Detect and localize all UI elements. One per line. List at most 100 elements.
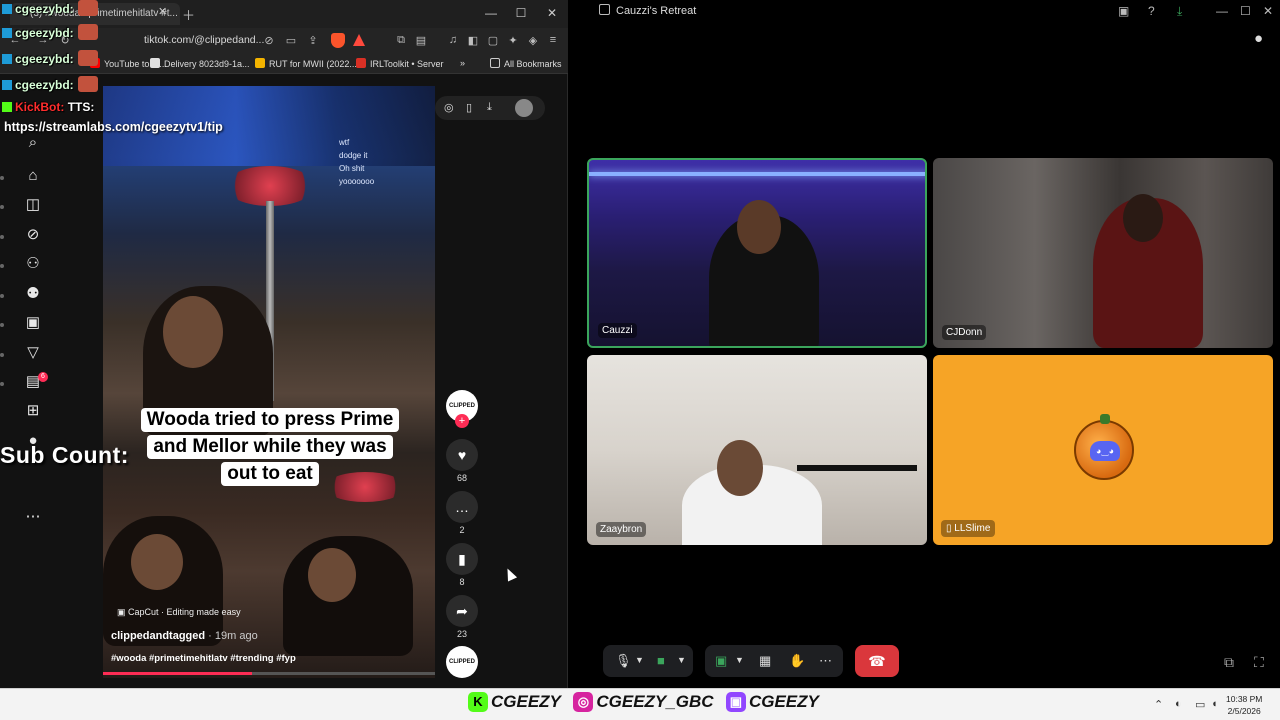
maximize-icon[interactable]: ☐: [1240, 4, 1251, 18]
side-marker: [0, 264, 4, 268]
video-author[interactable]: clippedandtagged · 19m ago: [111, 630, 258, 642]
share-button[interactable]: ➦ 23: [446, 595, 478, 639]
search-icon[interactable]: ⌕: [24, 134, 42, 152]
network-icon[interactable]: ▭: [1195, 698, 1205, 711]
tab-close-icon[interactable]: ✕: [158, 5, 167, 18]
help-icon[interactable]: ?: [1148, 4, 1155, 18]
bookmark-rut[interactable]: RUT for MWII (2022...: [255, 58, 357, 69]
browser-window: (3) #wooda #primetimehitlatv #t... ✕ ＋ —…: [0, 0, 568, 688]
close-window-icon[interactable]: ✕: [545, 6, 559, 20]
side-marker: [0, 176, 4, 180]
heart-icon: ♥: [446, 439, 478, 471]
vpn-icon[interactable]: ◈: [526, 34, 540, 47]
following-icon[interactable]: ⚇: [24, 255, 42, 273]
wallet-icon[interactable]: ▢: [486, 34, 500, 47]
minimize-icon[interactable]: —: [484, 6, 498, 20]
more-bookmarks-icon[interactable]: »: [460, 58, 465, 68]
like-button[interactable]: ♥ 68: [446, 439, 478, 483]
sub-badge-icon: [2, 28, 12, 38]
capcut-link[interactable]: ▣ CapCut · Editing made easy: [117, 607, 241, 618]
side-marker: [0, 353, 4, 357]
volume-icon[interactable]: ◖: [1211, 698, 1218, 710]
video-tile-cauzzi[interactable]: Cauzzi: [587, 158, 927, 348]
chat-message: cgeezybd:: [2, 0, 98, 16]
video-tile-zaaybron[interactable]: Zaaybron: [587, 355, 927, 545]
mirrored-chat-line: yooooooo: [339, 177, 375, 186]
participant-face: [737, 200, 781, 254]
fullscreen-icon[interactable]: ⛶: [1254, 654, 1264, 671]
leo-ai-icon[interactable]: ✦: [506, 34, 520, 47]
soundboard-icon[interactable]: ✋: [789, 653, 805, 669]
chat-bubble-icon[interactable]: ●: [1254, 30, 1263, 47]
shop-icon[interactable]: ◫: [24, 196, 42, 214]
video-hashtags[interactable]: #wooda #primetimehitlatv #trending #fyp: [111, 653, 296, 664]
maximize-icon[interactable]: ☐: [514, 6, 528, 20]
comment-button[interactable]: … 2: [446, 491, 478, 535]
tiktok-video-player[interactable]: wtf dodge it Oh shit yooooooo Wooda trie…: [103, 86, 435, 678]
music-icon[interactable]: ♫: [446, 34, 460, 46]
microphone-icon[interactable]: 🎙︎: [615, 653, 632, 669]
all-bookmarks[interactable]: All Bookmarks: [490, 58, 562, 69]
participant-name: Zaaybron: [596, 522, 647, 537]
kick-handle: CGEEZY: [491, 692, 561, 711]
microphone-tray-icon[interactable]: ◐: [1175, 698, 1182, 710]
download-update-icon[interactable]: ⤓: [1177, 4, 1182, 19]
video-progress-bar[interactable]: [103, 672, 435, 675]
kick-icon: K: [468, 692, 488, 712]
screen-share-icon[interactable]: ▣: [715, 653, 727, 669]
messages-icon[interactable]: ▽: [24, 344, 42, 362]
clock-date: 2/5/2026: [1227, 706, 1261, 716]
disconnect-button[interactable]: ☎: [855, 645, 899, 677]
music-disc[interactable]: CLIPPED: [446, 646, 478, 678]
screen-icon[interactable]: ▭: [284, 34, 298, 47]
activities-icon[interactable]: ▦: [759, 653, 771, 669]
video-tile-llslime[interactable]: ◕‿◕ ▯ LLSlime: [933, 355, 1273, 545]
minimize-icon[interactable]: —: [1216, 4, 1228, 18]
extensions-icon[interactable]: ⧉: [394, 34, 408, 47]
chevron-down-icon[interactable]: ▼: [677, 655, 686, 665]
system-clock[interactable]: 10:38 PM 2/5/2026: [1226, 693, 1262, 717]
tray-chevron-icon[interactable]: ⌃: [1154, 698, 1163, 711]
media-icon[interactable]: ▤: [414, 34, 428, 47]
live-icon[interactable]: ▣: [24, 314, 42, 332]
share-icon[interactable]: ⇪: [306, 34, 320, 47]
sidebar-icon[interactable]: ◧: [466, 34, 480, 47]
sub-badge-icon: [2, 80, 12, 90]
url-field[interactable]: tiktok.com/@clippedand...: [144, 34, 264, 46]
friends-icon[interactable]: ⚉: [24, 285, 42, 303]
popout-icon[interactable]: ⧉: [1224, 654, 1234, 671]
download-icon[interactable]: ⤓: [487, 101, 492, 114]
bookmark-delivery[interactable]: Delivery 8023d9-1a...: [150, 58, 250, 69]
brave-shields-icon[interactable]: [331, 33, 345, 48]
video-tile-cjdonn[interactable]: CJDonn: [933, 158, 1273, 348]
mirrored-chat-line: dodge it: [339, 151, 368, 160]
save-button[interactable]: ▮ 8: [446, 543, 478, 587]
follow-plus-icon[interactable]: +: [455, 414, 469, 428]
chevron-down-icon[interactable]: ▼: [735, 655, 744, 665]
more-options-icon[interactable]: ⋯: [819, 653, 832, 669]
explore-icon[interactable]: ⊘: [24, 226, 42, 244]
account-avatar[interactable]: [515, 99, 533, 117]
camera-icon[interactable]: ■: [657, 653, 665, 668]
upload-icon[interactable]: ⊞: [24, 402, 42, 420]
new-tab-icon[interactable]: ＋: [182, 5, 195, 24]
bookmark-irltoolkit[interactable]: IRLToolkit • Server: [356, 58, 444, 69]
home-icon[interactable]: ⌂: [24, 167, 42, 185]
compass-icon[interactable]: ◎: [444, 101, 454, 114]
phone-icon[interactable]: ▯: [466, 101, 472, 114]
more-icon[interactable]: ⋯: [24, 508, 42, 526]
like-count: 68: [456, 473, 467, 483]
video-scene-heater: [225, 166, 315, 206]
menu-icon[interactable]: ≡: [546, 34, 560, 46]
close-window-icon[interactable]: ✕: [1263, 4, 1273, 18]
side-marker: [0, 294, 4, 298]
share-control-group: ▣ ▼ ▦ ✋ ⋯: [705, 645, 843, 677]
sub-badge-icon: [2, 54, 12, 64]
chat-message-kickbot: KickBot: TTS:: [2, 100, 94, 114]
brave-rewards-icon[interactable]: [353, 34, 365, 46]
inbox-icon[interactable]: ▣: [1118, 4, 1129, 18]
emote-icon: [77, 76, 98, 92]
cast-off-icon[interactable]: ⊘: [262, 34, 276, 47]
share-arrow-icon: ➦: [446, 595, 478, 627]
chevron-down-icon[interactable]: ▼: [635, 655, 644, 665]
